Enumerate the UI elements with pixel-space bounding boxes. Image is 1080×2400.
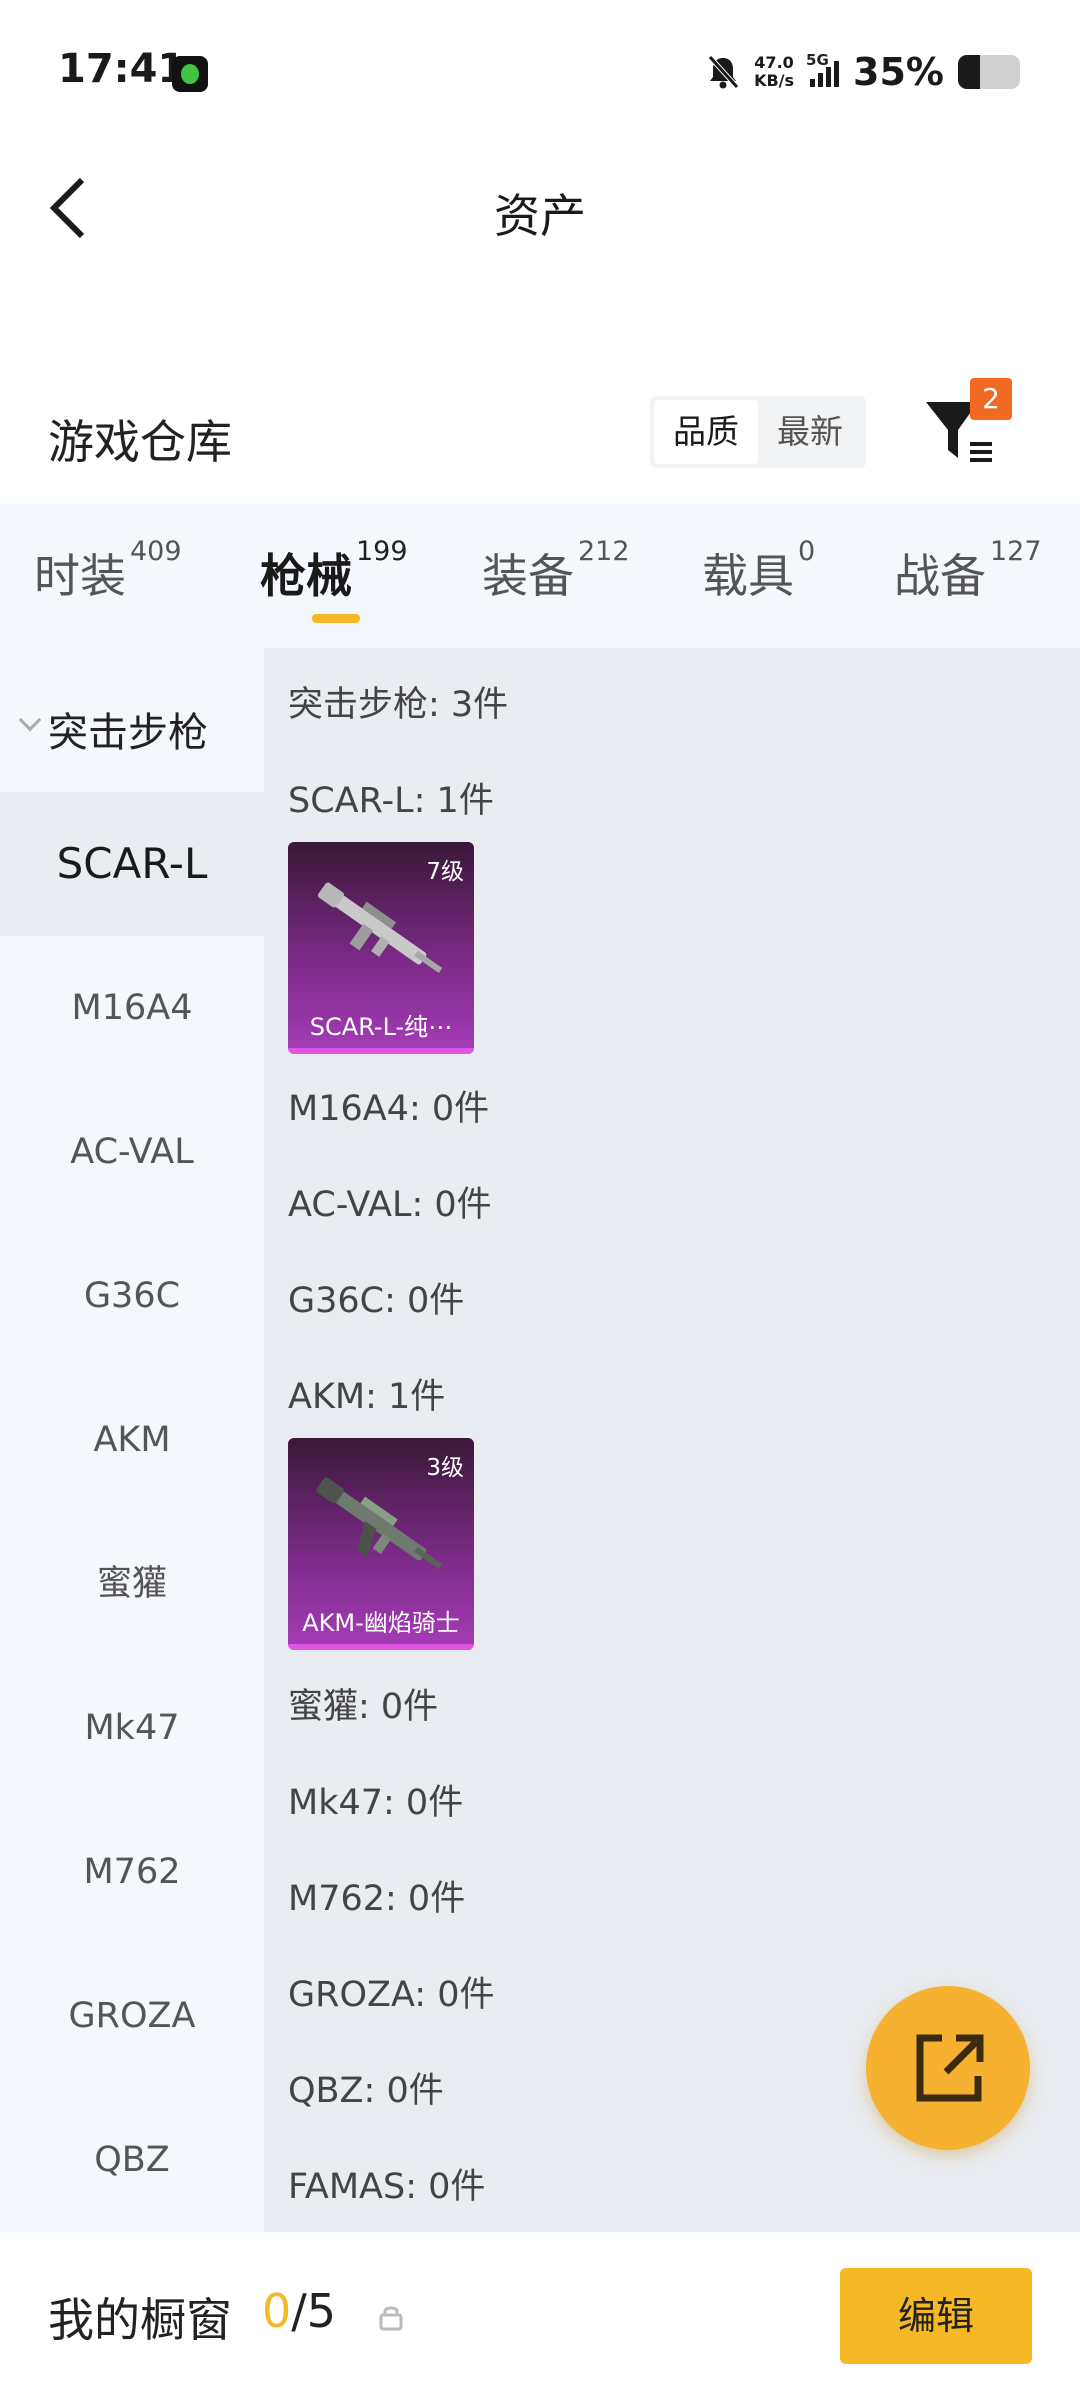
item-name: SCAR-L-纯⋯ [309,1013,453,1041]
lock-icon [379,2306,403,2331]
sidebar-group-assault-rifles[interactable]: 突击步枪 [18,700,208,758]
net-speed-unit: KB/s [754,71,795,90]
row-label-g36c: G36C: 0件 [288,1281,465,1321]
status-time: 17:41 [58,46,186,92]
tab-label: 枪械 [260,549,352,603]
row-label-qbz: QBZ: 0件 [288,2071,444,2111]
row-label-mk47: Mk47: 0件 [288,1783,464,1823]
sort-toggle: 品质 最新 [650,396,866,468]
sidebar-item-m762[interactable]: M762 [0,1800,264,1944]
share-button[interactable] [866,1986,1030,2150]
sort-option-latest[interactable]: 最新 [758,400,862,464]
tab-count: 0 [798,536,816,567]
sidebar-item-scar-l[interactable]: SCAR-L [0,792,264,936]
net-speed: 47.0 KB/s [754,54,794,90]
showcase-total: /5 [291,2284,337,2338]
tab-supplies[interactable]: 战备 127 [894,536,1042,606]
tab-equipment[interactable]: 装备 212 [482,536,630,606]
net-speed-value: 47.0 [754,53,794,72]
tab-count: 409 [130,536,182,567]
row-label-akm: AKM: 1件 [288,1377,446,1417]
sidebar-item-qbz[interactable]: QBZ [0,2088,264,2232]
sort-option-quality[interactable]: 品质 [654,400,758,464]
tab-label: 战备 [894,549,986,603]
sidebar-item-mk47[interactable]: Mk47 [0,1656,264,1800]
share-icon [916,2034,984,2102]
row-label-ac-val: AC-VAL: 0件 [288,1185,492,1225]
app-notification-icon [172,56,208,92]
sidebar-item-ac-val[interactable]: AC-VAL [0,1080,264,1224]
tab-count: 212 [578,536,630,567]
tab-label: 时装 [34,549,126,603]
showcase-count: 0/5 [262,2284,336,2338]
sidebar-item-groza[interactable]: GROZA [0,1944,264,2088]
tab-vehicles[interactable]: 载具 0 [702,536,815,606]
card-accent-line [288,1644,474,1650]
edit-button[interactable]: 编辑 [840,2268,1032,2364]
status-bar: 17:41 47.0 KB/s 5G 35% [0,0,1080,140]
row-label-scar-l: SCAR-L: 1件 [288,781,494,821]
item-card-akm[interactable]: 3级 AKM-幽焰骑士 [288,1438,474,1650]
item-name: AKM-幽焰骑士 [302,1609,460,1637]
chevron-down-icon [18,712,40,734]
row-label-m762: M762: 0件 [288,1879,466,1919]
sidebar-item-honey-badger[interactable]: 蜜獾 [0,1512,264,1656]
item-card-scar-l[interactable]: 7级 SCAR-L-纯⋯ [288,842,474,1054]
status-icons: 47.0 KB/s 5G 35% [706,48,1020,96]
tab-firearms[interactable]: 枪械 199 [260,536,408,606]
bell-off-icon [708,55,739,89]
tab-label: 载具 [702,549,794,603]
battery-icon [958,55,1020,89]
warehouse-title: 游戏仓库 [48,415,232,469]
showcase-label: 我的橱窗 [48,2293,232,2347]
sidebar-item-akm[interactable]: AKM [0,1368,264,1512]
row-label-groza: GROZA: 0件 [288,1975,495,2015]
row-label-m16a4: M16A4: 0件 [288,1089,490,1129]
sidebar-item-m16a4[interactable]: M16A4 [0,936,264,1080]
row-label-famas: FAMAS: 0件 [288,2167,486,2207]
row-label-honey-badger: 蜜獾: 0件 [288,1687,439,1727]
tab-count: 199 [356,536,408,567]
tab-label: 装备 [482,549,574,603]
battery-percent: 35% [853,50,944,94]
sidebar-item-g36c[interactable]: G36C [0,1224,264,1368]
page-title: 资产 [494,189,586,243]
rifle-icon [316,1477,443,1569]
tab-fashion[interactable]: 时装 409 [34,536,182,606]
tab-indicator [312,614,360,623]
card-accent-line [288,1048,474,1054]
signal-icon: 5G [806,51,840,87]
sidebar-group-label: 突击步枪 [48,710,208,756]
sidebar: 突击步枪 SCAR-L M16A4 AC-VAL G36C AKM 蜜獾 Mk4… [0,648,264,2232]
showcase-current: 0 [262,2284,292,2338]
group-summary: 突击步枪: 3件 [288,685,509,725]
network-type: 5G [806,51,829,69]
showcase-bar: 我的橱窗 0/5 编辑 [0,2232,1080,2400]
rifle-icon [317,882,443,973]
filter-badge: 2 [970,378,1012,420]
category-tabs: 时装 409 枪械 199 装备 212 载具 0 战备 127 [0,504,1080,648]
tab-count: 127 [990,536,1042,567]
